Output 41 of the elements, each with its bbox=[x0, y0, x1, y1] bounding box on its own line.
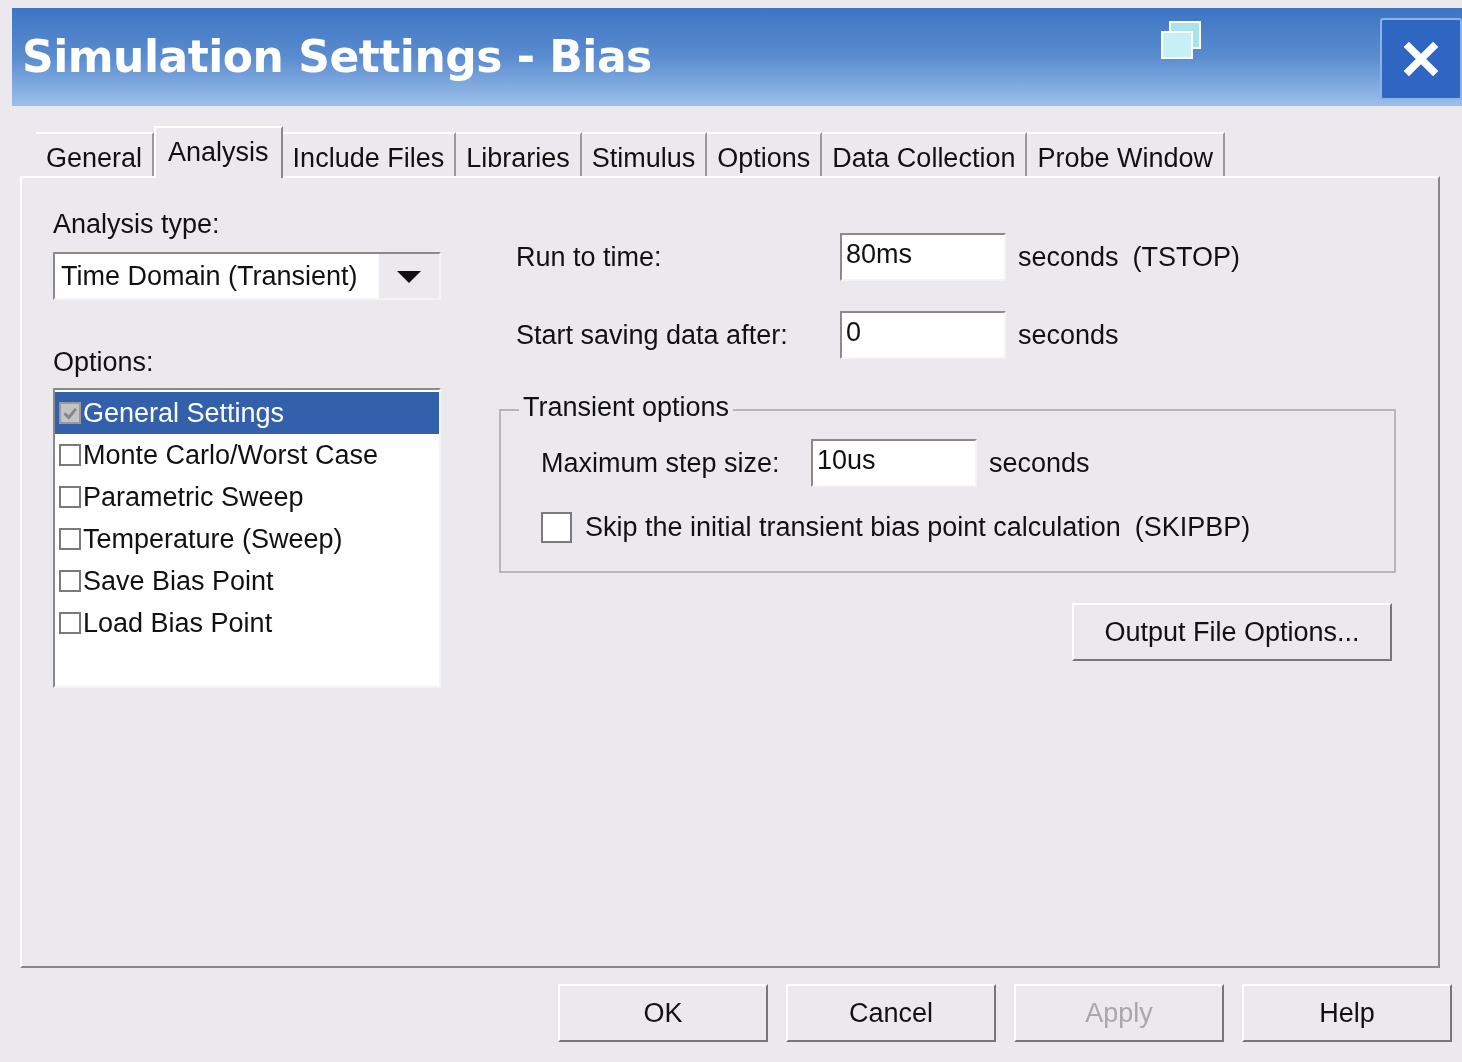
checkbox[interactable] bbox=[59, 570, 81, 592]
checkbox[interactable] bbox=[59, 444, 81, 466]
unit-label: seconds bbox=[1018, 240, 1119, 274]
tab[interactable]: Data Collection bbox=[822, 132, 1028, 176]
option-list-item[interactable]: Temperature (Sweep) bbox=[55, 518, 439, 560]
dialog-button[interactable]: Cancel bbox=[786, 984, 996, 1042]
option-list-item[interactable]: Parametric Sweep bbox=[55, 476, 439, 518]
field-label: Maximum step size: bbox=[541, 446, 781, 480]
output-file-options-button[interactable]: Output File Options... bbox=[1072, 603, 1392, 661]
text-field[interactable]: 10us bbox=[811, 439, 977, 487]
unit-label: seconds bbox=[989, 446, 1090, 480]
field-label: Analysis type: bbox=[53, 208, 221, 241]
window-title: Simulation Settings - Bias bbox=[22, 30, 652, 84]
option-list-item[interactable]: Load Bias Point bbox=[55, 602, 439, 644]
option-list-item[interactable]: Save Bias Point bbox=[55, 560, 439, 602]
field-label: Start saving data after: bbox=[516, 318, 789, 352]
text-field[interactable]: 80ms bbox=[840, 233, 1006, 281]
dialog-button[interactable]: OK bbox=[558, 984, 768, 1042]
checkbox[interactable] bbox=[541, 511, 572, 543]
field-label: Run to time: bbox=[516, 240, 663, 274]
checkbox[interactable] bbox=[59, 528, 81, 550]
analysis-type-dropdown[interactable]: Time Domain (Transient) bbox=[53, 252, 441, 300]
field-label: Options: bbox=[53, 346, 155, 379]
tab[interactable]: Include Files bbox=[282, 132, 457, 176]
unit-label: seconds bbox=[1018, 318, 1119, 352]
checkbox-note: (SKIPBP) bbox=[1134, 511, 1251, 544]
restore-icon[interactable] bbox=[1160, 20, 1204, 60]
tab[interactable]: Libraries bbox=[456, 132, 582, 176]
tab[interactable]: Probe Window bbox=[1027, 132, 1225, 176]
tab[interactable]: Stimulus bbox=[581, 132, 708, 176]
checkbox[interactable] bbox=[59, 612, 81, 634]
tab[interactable]: Options bbox=[707, 132, 823, 176]
dialog-button[interactable]: Help bbox=[1242, 984, 1452, 1042]
tab[interactable]: Analysis bbox=[154, 126, 283, 178]
option-list-item[interactable]: Monte Carlo/Worst Case bbox=[55, 434, 439, 476]
checkbox[interactable] bbox=[59, 486, 81, 508]
close-button[interactable] bbox=[1380, 18, 1462, 100]
checkmark-icon bbox=[62, 405, 78, 421]
checkbox-label: Skip the initial transient bias point calculation bbox=[585, 511, 1121, 544]
unit-note: (TSTOP) bbox=[1132, 240, 1241, 274]
text-field[interactable]: 0 bbox=[840, 311, 1006, 359]
